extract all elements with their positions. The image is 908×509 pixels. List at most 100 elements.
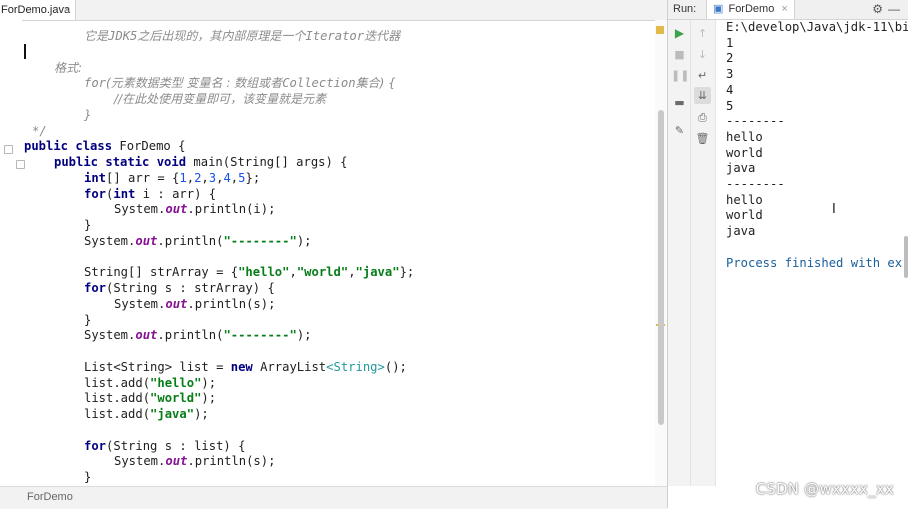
code-token: , <box>201 170 209 185</box>
close-icon[interactable]: × <box>781 3 787 15</box>
code-token: 1 <box>179 170 187 185</box>
code-line[interactable]: list.add("world"); <box>84 390 216 406</box>
code-token: */ <box>32 123 47 138</box>
text-cursor-icon: I <box>832 202 836 217</box>
stop-icon[interactable]: ■ <box>671 46 688 63</box>
code-token: "--------" <box>223 233 297 248</box>
code-token: list.add( <box>84 391 151 406</box>
code-line[interactable]: } <box>84 312 91 328</box>
code-token: public static void <box>54 155 194 169</box>
code-line[interactable]: System.out.println(s); <box>114 296 275 312</box>
code-line[interactable]: public static void main(String[] args) { <box>54 154 348 170</box>
code-token: .println(s); <box>187 296 276 311</box>
rerun-icon[interactable]: ▶ <box>671 25 688 42</box>
code-line[interactable]: System.out.println(s); <box>114 453 275 469</box>
console-output[interactable]: I E:\develop\Java\jdk-11\bi 1 2 3 4 5 --------… <box>726 18 908 486</box>
code-token: .println( <box>157 233 224 248</box>
code-line[interactable]: } <box>84 217 91 233</box>
code-line[interactable]: for(String s : list) { <box>84 438 245 454</box>
code-token: Collection <box>282 76 356 91</box>
run-tab-fordemo[interactable]: ▣ ForDemo × <box>706 0 795 19</box>
code-token: 4 <box>223 170 231 185</box>
editor-gutter[interactable] <box>0 20 25 486</box>
code-line[interactable]: System.out.println(i); <box>114 201 275 217</box>
warning-marker[interactable] <box>656 26 664 34</box>
code-token: for <box>84 438 107 453</box>
code-line[interactable]: //在此处使用变量即可，该变量就是元素 <box>114 91 326 107</box>
code-token: out <box>165 202 188 217</box>
code-token: for <box>84 186 107 201</box>
soft-wrap-icon[interactable]: ↵ <box>694 67 711 84</box>
code-line[interactable]: System.out.println("--------"); <box>84 327 312 343</box>
print-icon[interactable]: ⎙ <box>694 109 711 126</box>
code-token: 之后出现的，其内部原理是一个 <box>137 29 306 43</box>
code-token: List<String> list = <box>84 359 231 374</box>
code-token: out <box>165 296 188 311</box>
code-token: "java" <box>355 265 400 280</box>
code-token: int <box>113 186 143 201</box>
arrow-up-icon[interactable]: ↑ <box>694 25 711 42</box>
console-line: 5 <box>726 98 734 113</box>
code-line[interactable]: System.out.println("--------"); <box>84 233 312 249</box>
code-line[interactable]: } <box>84 107 91 123</box>
code-line[interactable]: String[] strArray = {"hello","world","ja… <box>84 264 414 280</box>
code-token: <String> <box>326 359 385 374</box>
scroll-thumb[interactable] <box>658 110 664 425</box>
code-token: 集合) { <box>355 76 396 91</box>
run-tab-label: ForDemo <box>728 3 775 15</box>
code-token: System. <box>84 328 136 343</box>
code-token: int <box>84 170 107 185</box>
code-line[interactable]: 格式: <box>54 60 82 76</box>
arrow-down-icon[interactable]: ↓ <box>694 46 711 63</box>
code-token: out <box>135 233 158 248</box>
code-line[interactable]: List<String> list = new ArrayList<String… <box>84 359 407 375</box>
console-line: -------- <box>726 114 785 129</box>
pause-icon[interactable]: ❚❚ <box>671 67 689 84</box>
console-line: world <box>726 145 763 160</box>
code-token: System. <box>114 296 166 311</box>
code-line[interactable]: */ <box>32 123 47 139</box>
gear-icon[interactable]: ⚙ <box>872 0 883 19</box>
code-token: System. <box>114 454 166 469</box>
code-token: ForDemo { <box>119 139 186 154</box>
code-line[interactable]: list.add("java"); <box>84 406 209 422</box>
code-token: ArrayList <box>260 359 327 374</box>
code-token: .println( <box>157 328 224 343</box>
console-line: 3 <box>726 67 734 82</box>
code-token: 3 <box>208 170 217 185</box>
code-token: "hello" <box>238 265 290 280</box>
fold-marker-icon[interactable] <box>4 145 13 154</box>
code-token: 格式: <box>54 60 83 75</box>
code-line[interactable]: for(元素数据类型 变量名 : 数组或者Collection集合) { <box>84 75 396 91</box>
code-line[interactable]: for(int i : arr) { <box>84 186 216 202</box>
code-area[interactable]: 它是JDK5之后出现的，其内部原理是一个Iterator迭代器格式: for(元素… <box>24 10 654 486</box>
code-line[interactable]: } <box>84 469 91 485</box>
code-token: list.add( <box>84 407 151 421</box>
code-token: (String s : strArray) { <box>106 281 275 295</box>
code-line[interactable]: for(String s : strArray) { <box>84 280 275 296</box>
console-scrollbar[interactable] <box>904 236 908 278</box>
code-token: ); <box>201 375 217 390</box>
code-line[interactable]: 它是JDK5之后出现的，其内部原理是一个Iterator迭代器 <box>84 28 400 44</box>
trash-icon[interactable]: 🗑 <box>694 130 711 147</box>
code-line[interactable]: int[] arr = {1,2,3,4,5}; <box>84 170 260 186</box>
layout-icon[interactable]: ▬ <box>671 94 688 111</box>
code-line[interactable]: public class ForDemo { <box>24 138 185 154</box>
code-token: } <box>84 107 92 122</box>
code-token: ); <box>296 328 312 343</box>
code-token: "hello" <box>150 375 202 390</box>
code-editor[interactable]: ForDemo.java × 它是JDK5之后出现的，其内部原理是一个Itera… <box>0 0 667 509</box>
run-toolbar-secondary: ↑ ↓ ↵ ⇊ ⎙ 🗑 <box>691 20 716 486</box>
code-token: .println(i); <box>187 202 276 217</box>
editor-scrollbar[interactable] <box>655 20 667 486</box>
pin-icon[interactable]: ✎ <box>671 122 688 139</box>
code-token: ); <box>194 407 209 421</box>
run-label: Run: <box>673 3 697 15</box>
code-token: list.add( <box>84 375 151 390</box>
minimize-icon[interactable]: — <box>888 0 900 19</box>
console-line: 4 <box>726 82 734 97</box>
breadcrumb-class[interactable]: ForDemo <box>27 487 73 507</box>
code-token: public class <box>24 139 120 154</box>
code-line[interactable]: list.add("hello"); <box>84 375 216 391</box>
scroll-to-end-icon[interactable]: ⇊ <box>694 87 711 104</box>
